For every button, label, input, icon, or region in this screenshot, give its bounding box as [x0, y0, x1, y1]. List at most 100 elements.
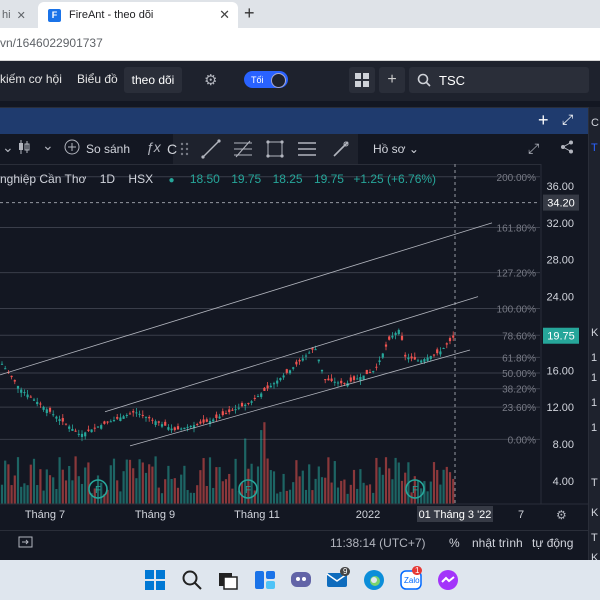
teams-chat-icon[interactable]: [289, 568, 313, 592]
candle-body: [122, 416, 125, 419]
candlestick-type-icon[interactable]: [18, 139, 30, 158]
candle-body: [189, 426, 192, 428]
crosshair-date-label: 01 Tháng 3 '22: [419, 509, 492, 521]
volume-bar: [26, 485, 29, 504]
add-button[interactable]: +: [379, 67, 405, 93]
volume-bar: [327, 457, 330, 504]
volume-bar: [77, 476, 80, 504]
candle-body: [221, 411, 224, 416]
candle-body: [176, 426, 180, 430]
fib-label: 161.80%: [497, 223, 537, 234]
nav-item-opportunity[interactable]: kiếm cơ hội: [0, 72, 62, 86]
drag-handle-icon[interactable]: [179, 141, 191, 157]
chevron-icon[interactable]: ⌄: [2, 139, 14, 156]
chevron-down-icon[interactable]: ⌄: [42, 137, 54, 154]
tab-fireant[interactable]: F FireAnt - theo dõi ✕: [38, 2, 238, 28]
volume-bar: [359, 469, 362, 504]
volume-bar: [52, 477, 55, 504]
add-panel-icon[interactable]: +: [538, 110, 549, 131]
volume-bar: [205, 486, 208, 504]
fireant-favicon-icon: F: [48, 8, 61, 22]
volume-bar: [164, 479, 167, 504]
share-icon[interactable]: [560, 140, 574, 157]
volume-bar: [346, 493, 349, 504]
theme-toggle[interactable]: Tối: [244, 71, 288, 88]
compare-button[interactable]: So sánh: [86, 142, 130, 156]
time-axis[interactable]: Tháng 7 Tháng 9 Tháng 11 2022 7 01 Tháng 3 '2…: [0, 503, 588, 522]
log-toggle[interactable]: nhật trình: [472, 536, 523, 550]
candle-body: [365, 369, 368, 375]
brush-icon[interactable]: [331, 139, 351, 159]
text-lines-icon[interactable]: [297, 139, 317, 159]
fib-label: 61.80%: [502, 353, 536, 364]
chart-toolbar: ⌄ ⌄ So sánh ƒx C Hồ sơ ⌄ ⤢: [0, 134, 588, 165]
new-tab-icon[interactable]: +: [244, 3, 255, 24]
candle-body: [436, 349, 439, 354]
volume-bar: [439, 484, 442, 504]
address-bar[interactable]: vn/1646022901737: [0, 28, 600, 61]
symbol-search[interactable]: [409, 67, 589, 93]
messenger-icon[interactable]: [436, 568, 460, 592]
url-text[interactable]: vn/1646022901737: [0, 36, 103, 50]
candle-body: [87, 429, 90, 431]
trend-line-icon[interactable]: [201, 139, 221, 159]
candle-body: [103, 421, 106, 424]
low-value: 18.25: [272, 172, 303, 186]
volume-bar: [32, 458, 36, 504]
candle-body: [26, 394, 29, 398]
gear-icon[interactable]: ⚙: [204, 71, 217, 89]
trend-channel[interactable]: [0, 222, 493, 447]
close-icon[interactable]: ✕: [219, 7, 230, 23]
close-icon[interactable]: ✕: [17, 9, 26, 22]
high-value: 19.75: [231, 172, 262, 186]
volume-bar: [388, 468, 391, 504]
candle-body: [77, 433, 80, 435]
nav-item-chart[interactable]: Biểu đồ: [77, 72, 118, 86]
expand-icon[interactable]: ⤢: [562, 111, 573, 128]
candle-body: [32, 399, 36, 401]
fullscreen-icon[interactable]: ⤢: [528, 140, 539, 157]
edge-browser-icon[interactable]: [362, 568, 386, 592]
fib-retracement-icon[interactable]: [233, 139, 253, 159]
interval-label[interactable]: 1D: [100, 172, 115, 186]
volume-bar: [68, 465, 71, 504]
candle-body: [432, 354, 436, 356]
candle-body: [112, 420, 116, 422]
widgets-icon[interactable]: [253, 568, 277, 592]
price-chart[interactable]: 200.00% 161.80% 127.20% 100.00% 78.60% 61.80%…: [0, 164, 588, 530]
search-icon[interactable]: [180, 568, 204, 592]
candle-body: [58, 419, 61, 422]
price-axis[interactable]: 36.0032.0028.0024.0020.0016.0012.008.004…: [540, 164, 588, 504]
volume-bar: [432, 462, 436, 504]
fib-label: 0.00%: [508, 435, 536, 446]
candle-body: [128, 413, 132, 415]
tab-previous[interactable]: hi ✕: [0, 2, 36, 28]
candle-body: [90, 429, 93, 433]
volume-bar: [282, 473, 285, 504]
auto-toggle[interactable]: tự động: [532, 536, 573, 550]
nav-item-watchlist[interactable]: theo dõi: [124, 67, 182, 93]
volume-bar: [349, 484, 352, 504]
search-input[interactable]: [437, 71, 561, 89]
compare-plus-icon[interactable]: [64, 139, 80, 158]
candle-body: [183, 427, 186, 430]
date-range-icon[interactable]: [18, 535, 34, 552]
windows-start-icon[interactable]: [143, 568, 167, 592]
volume-bar: [381, 474, 384, 504]
profile-dropdown[interactable]: Hồ sơ ⌄: [373, 142, 419, 156]
volume-bar: [231, 488, 234, 504]
candle-body: [199, 421, 202, 424]
indicator-fx-icon[interactable]: ƒx: [146, 139, 161, 155]
fib-label: 100.00%: [497, 305, 537, 316]
percent-toggle[interactable]: %: [449, 536, 460, 550]
volume-bar: [212, 487, 215, 504]
candle-body: [288, 370, 292, 374]
layout-grid-button[interactable]: [349, 67, 375, 93]
volume-bar: [352, 469, 356, 504]
rectangle-icon[interactable]: [265, 139, 285, 159]
candle-body: [320, 369, 324, 372]
volume-bar: [208, 457, 212, 504]
task-view-icon[interactable]: [216, 568, 240, 592]
volume-bar: [0, 484, 4, 504]
candle-body: [45, 409, 48, 414]
